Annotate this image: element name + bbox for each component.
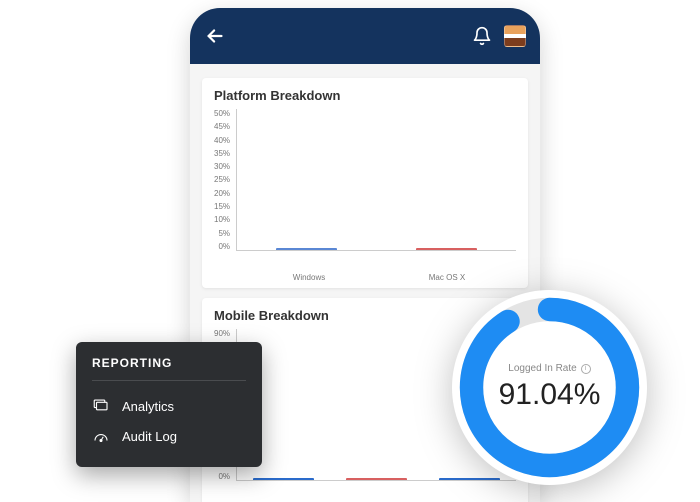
info-icon[interactable]: i — [581, 364, 591, 374]
platform-breakdown-title: Platform Breakdown — [214, 88, 516, 103]
gauge-icon — [92, 427, 110, 445]
platform-y-axis: 50% 45% 40% 35% 30% 25% 20% 15% 10% 5% 0… — [214, 109, 236, 251]
reporting-panel-title: REPORTING — [92, 356, 246, 381]
sidebar-item-audit-log[interactable]: Audit Log — [92, 421, 246, 451]
sidebar-item-analytics[interactable]: Analytics — [92, 391, 246, 421]
x-tick-label: Windows — [240, 273, 378, 282]
sidebar-item-label: Analytics — [122, 399, 174, 414]
x-tick-label: Mac OS X — [378, 273, 516, 282]
back-button[interactable] — [204, 25, 226, 47]
notifications-bell-icon[interactable] — [472, 26, 492, 46]
platform-breakdown-chart: 50% 45% 40% 35% 30% 25% 20% 15% 10% 5% 0… — [214, 109, 516, 269]
logged-in-rate-gauge: Logged In Rate i 91.04% — [452, 290, 647, 485]
bar — [416, 248, 477, 250]
gauge-label: Logged In Rate i — [508, 363, 590, 374]
analytics-icon — [92, 397, 110, 415]
platform-plot-area — [236, 109, 516, 251]
bar-windows — [261, 248, 353, 250]
user-avatar[interactable] — [504, 25, 526, 47]
gauge-value: 91.04% — [499, 378, 601, 412]
reporting-panel: REPORTING Analytics Audit Log — [76, 342, 262, 467]
bar — [346, 478, 407, 480]
bar — [253, 478, 314, 480]
bar-mac-os-x — [400, 248, 492, 250]
platform-breakdown-card: Platform Breakdown 50% 45% 40% 35% 30% 2… — [202, 78, 528, 288]
app-header — [190, 8, 540, 64]
platform-x-axis: WindowsMac OS X — [214, 273, 516, 282]
bar — [276, 248, 337, 250]
bar-mobile-phone — [330, 478, 422, 480]
bar-desktop — [237, 478, 329, 480]
sidebar-item-label: Audit Log — [122, 429, 177, 444]
